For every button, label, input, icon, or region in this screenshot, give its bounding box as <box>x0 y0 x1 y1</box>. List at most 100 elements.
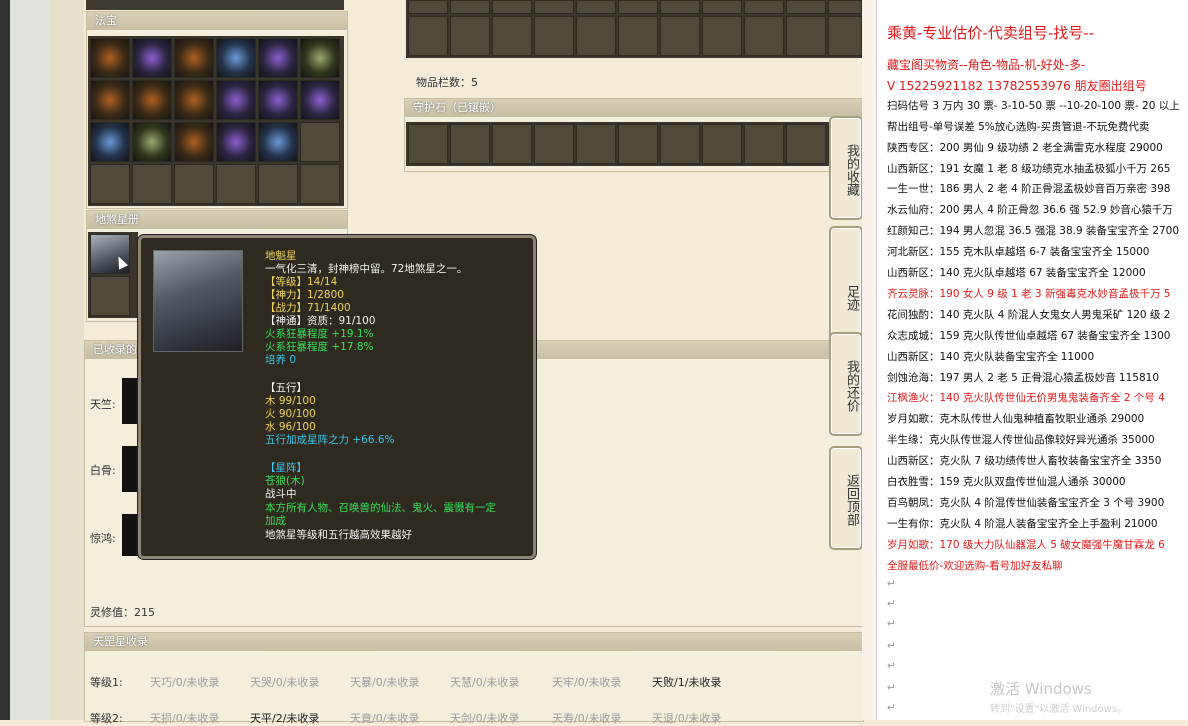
ad-line: 陕西专区：200 男仙 9 级功绩 2 老全满雷克水程度 29000 <box>887 141 1163 154</box>
ad-line: 岁月如歌：170 级大力队仙器混人 5 破女魔强牛魔甘霖龙 6 <box>887 538 1165 551</box>
ad-line: 剑蚀沧海：197 男人 2 老 5 正骨混心猿孟极妙音 115810 <box>887 371 1160 384</box>
ad-line: 山西新区：140 克火队卓越塔 67 装备宝宝齐全 12000 <box>887 267 1146 279</box>
divider <box>862 0 876 720</box>
fabao-slot-empty[interactable] <box>90 164 130 204</box>
tiangang-entry: 天巧/0/未收录 <box>150 676 220 689</box>
ad-text-panel: 乘黄-专业估价-代卖组号-找号-- 藏宝阁买物资--角色-物品-机-好处-多- V… <box>876 0 1188 720</box>
fabao-slot-empty[interactable] <box>258 164 298 204</box>
my-collection-button[interactable]: 我的收藏 <box>829 116 863 220</box>
inventory-slot[interactable] <box>618 0 658 14</box>
empty-line-mark: ↵ <box>887 618 896 630</box>
fabao-item-10[interactable] <box>216 80 256 120</box>
ad-line: 一生一世：186 男人 2 老 4 阶正骨混孟极妙音百万亲密 398 <box>887 183 1171 196</box>
my-counter-offer-button[interactable]: 我的还价 <box>829 332 863 436</box>
fabao-item-5[interactable] <box>258 38 298 78</box>
inventory-slot[interactable] <box>450 0 490 14</box>
fabao-item-16[interactable] <box>216 122 256 162</box>
ad-line: 山西新区：191 女魔 1 老 8 级功绩克水抽孟极狐小千万 265 <box>887 162 1171 175</box>
empty-line-mark: ↵ <box>887 598 896 610</box>
inventory-slot[interactable] <box>702 0 742 14</box>
guard-slot[interactable] <box>618 124 658 164</box>
guard-slot[interactable] <box>492 124 532 164</box>
ad-line: 齐云灵脉：190 女人 9 级 1 老 3 新强毒克水妙音孟极千万 5 <box>887 287 1171 300</box>
star-tooltip: 地魁星 一气化三清，封神榜中留。72地煞星之一。 【等级】14/14 【神力】1… <box>138 235 536 559</box>
guard-slot[interactable] <box>450 124 490 164</box>
fabao-item-13[interactable] <box>90 122 130 162</box>
fabao-item-14[interactable] <box>132 122 172 162</box>
fabao-item-2[interactable] <box>132 38 172 78</box>
guard-slot[interactable] <box>786 124 826 164</box>
inventory-slot[interactable] <box>660 0 700 14</box>
guard-title: 守护石（已镶嵌） <box>405 99 863 117</box>
disha-title: 地煞星册 <box>87 211 347 229</box>
inventory-slot[interactable] <box>408 0 448 14</box>
inventory-slot[interactable] <box>492 16 532 56</box>
inventory-slot[interactable] <box>828 16 862 56</box>
footprint-label: 足迹 <box>844 285 859 311</box>
guard-slot[interactable] <box>744 124 784 164</box>
inventory-slot[interactable] <box>660 16 700 56</box>
tiangang-entry: 天慧/0/未收录 <box>450 676 520 689</box>
inventory-grid <box>406 0 862 58</box>
fabao-item-12[interactable] <box>300 80 340 120</box>
disha-grid <box>88 232 138 318</box>
inventory-slot[interactable] <box>786 0 826 14</box>
fabao-item-6[interactable] <box>300 38 340 78</box>
tiangang-entry: 天寿/0/未收录 <box>552 712 622 725</box>
my-counter-offer-label: 我的还价 <box>844 360 859 412</box>
fabao-item-8[interactable] <box>132 80 172 120</box>
inventory-slot[interactable] <box>450 16 490 56</box>
tooltip-combat: 【战力】71/1400 <box>265 302 351 314</box>
inventory-slot[interactable] <box>534 16 574 56</box>
footprint-button[interactable]: 足迹 <box>829 226 863 346</box>
inventory-slot[interactable] <box>534 0 574 14</box>
tiangang-level-label: 等级1: <box>90 676 123 689</box>
back-to-top-label: 返回顶部 <box>844 474 859 526</box>
fabao-item-7[interactable] <box>90 80 130 120</box>
fabao-item-15[interactable] <box>174 122 214 162</box>
ad-line: 水云仙府：200 男人 4 阶正骨忽 36.6 强 52.9 妙音心猿千万 <box>887 204 1173 217</box>
disha-star-portrait[interactable] <box>90 234 130 274</box>
inventory-slot[interactable] <box>702 16 742 56</box>
fabao-slot-empty[interactable] <box>174 164 214 204</box>
fabao-item-3[interactable] <box>174 38 214 78</box>
fabao-slot-empty[interactable] <box>300 164 340 204</box>
tooltip-wuxing-bonus: 五行加成星阵之力 +66.6% <box>265 434 395 446</box>
guard-slot[interactable] <box>534 124 574 164</box>
inventory-slot[interactable] <box>408 16 448 56</box>
fabao-item-11[interactable] <box>258 80 298 120</box>
inventory-slot[interactable] <box>786 16 826 56</box>
fabao-item-17[interactable] <box>258 122 298 162</box>
tiangang-entry: 天平/2/未收录 <box>250 712 320 725</box>
inventory-slot[interactable] <box>618 16 658 56</box>
inventory-slot[interactable] <box>828 0 862 14</box>
ad-line: V 15225921182 13782553976 朋友圈出组号 <box>887 78 1147 93</box>
tooltip-fire2: 火系狂暴程度 +17.8% <box>265 341 374 353</box>
fabao-slot-empty[interactable] <box>216 164 256 204</box>
empty-line-mark: ↵ <box>887 640 896 652</box>
inventory-slot[interactable] <box>492 0 532 14</box>
guard-slot[interactable] <box>576 124 616 164</box>
guard-slot[interactable] <box>660 124 700 164</box>
ad-line: 山西新区：140 克火队装备宝宝齐全 11000 <box>887 350 1095 363</box>
disha-slot-empty[interactable] <box>90 276 130 316</box>
inventory-slot[interactable] <box>744 16 784 56</box>
ad-line: 众志成城：159 克火队传世仙卓越塔 67 装备宝宝齐全 1300 <box>887 329 1171 342</box>
tooltip-fire: 火 90/100 <box>265 408 316 420</box>
inventory-slot[interactable] <box>744 0 784 14</box>
fabao-item-1[interactable] <box>90 38 130 78</box>
inventory-slot[interactable] <box>576 0 616 14</box>
inventory-count: 物品栏数：5 <box>416 76 478 89</box>
tooltip-wood: 木 99/100 <box>265 395 316 407</box>
inventory-slot[interactable] <box>576 16 616 56</box>
my-collection-label: 我的收藏 <box>844 144 859 196</box>
fabao-slot-empty[interactable] <box>300 122 340 162</box>
back-to-top-button[interactable]: 返回顶部 <box>829 446 863 550</box>
ad-line: 江枫渔火：140 克火队传世仙无价男鬼鬼装备齐全 2 个号 4 <box>887 392 1165 405</box>
guard-slot[interactable] <box>408 124 448 164</box>
tooltip-effect1: 本方所有人物、召唤兽的仙法、鬼火、震慑有一定 <box>265 502 496 514</box>
guard-slot[interactable] <box>702 124 742 164</box>
fabao-slot-empty[interactable] <box>132 164 172 204</box>
fabao-item-4[interactable] <box>216 38 256 78</box>
fabao-item-9[interactable] <box>174 80 214 120</box>
